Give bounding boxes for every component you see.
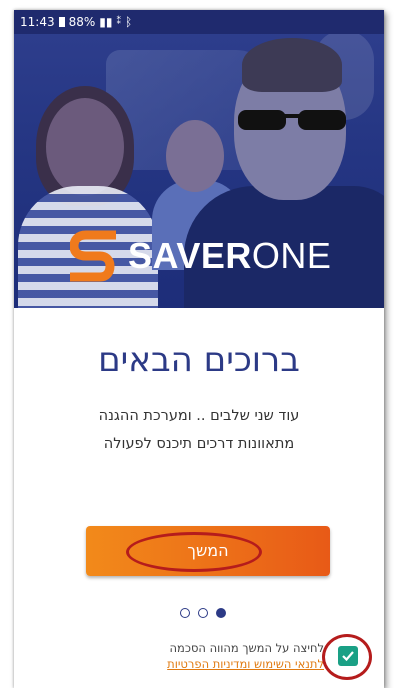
consent-checkbox[interactable] <box>338 646 358 666</box>
sunglasses-icon <box>238 110 346 130</box>
battery-icon <box>58 17 65 27</box>
page-dot-2[interactable] <box>198 608 208 618</box>
data-icon: ⁑ <box>116 17 121 27</box>
terms-privacy-link[interactable]: לתנאי השימוש ומדיניות הפרטיות <box>167 656 324 672</box>
status-time: 11:43 <box>20 15 55 29</box>
welcome-line-2: מתאוונות דרכים תיכנס לפעולה <box>103 436 295 452</box>
page-dot-3-active[interactable] <box>216 608 226 618</box>
logo-text-thin: ONE <box>251 235 332 276</box>
logo-text-bold: SAVER <box>128 235 252 276</box>
bluetooth-icon: ᛒ <box>124 15 133 29</box>
welcome-line-1: עוד שני שלבים .. ומערכת ההגנה <box>98 408 300 424</box>
consent-text: לחיצה על המשך מהווה הסכמה <box>169 641 324 655</box>
checkmark-icon <box>342 651 354 662</box>
saverone-logo: SAVERONE <box>70 226 331 286</box>
welcome-subtitle: עוד שני שלבים .. ומערכת ההגנה מתאוונות ד… <box>14 402 384 458</box>
continue-button[interactable]: המשך <box>86 526 330 576</box>
status-bar: 11:43 88% ▮▮ ⁑ ᛒ <box>14 10 384 34</box>
signal-icon: ▮▮ <box>99 15 113 29</box>
consent-text-block: לחיצה על המשך מהווה הסכמה לתנאי השימוש ו… <box>167 640 324 672</box>
hero-image: 11:43 88% ▮▮ ⁑ ᛒ SAVERONE <box>14 10 384 308</box>
battery-level: 88% <box>68 15 96 29</box>
page-indicator <box>180 608 226 618</box>
phone-screen: 11:43 88% ▮▮ ⁑ ᛒ SAVERONE ברוכים הבאים ע… <box>14 10 384 688</box>
saverone-s-icon <box>70 230 116 282</box>
page-dot-1[interactable] <box>180 608 190 618</box>
welcome-title: ברוכים הבאים <box>98 340 300 380</box>
